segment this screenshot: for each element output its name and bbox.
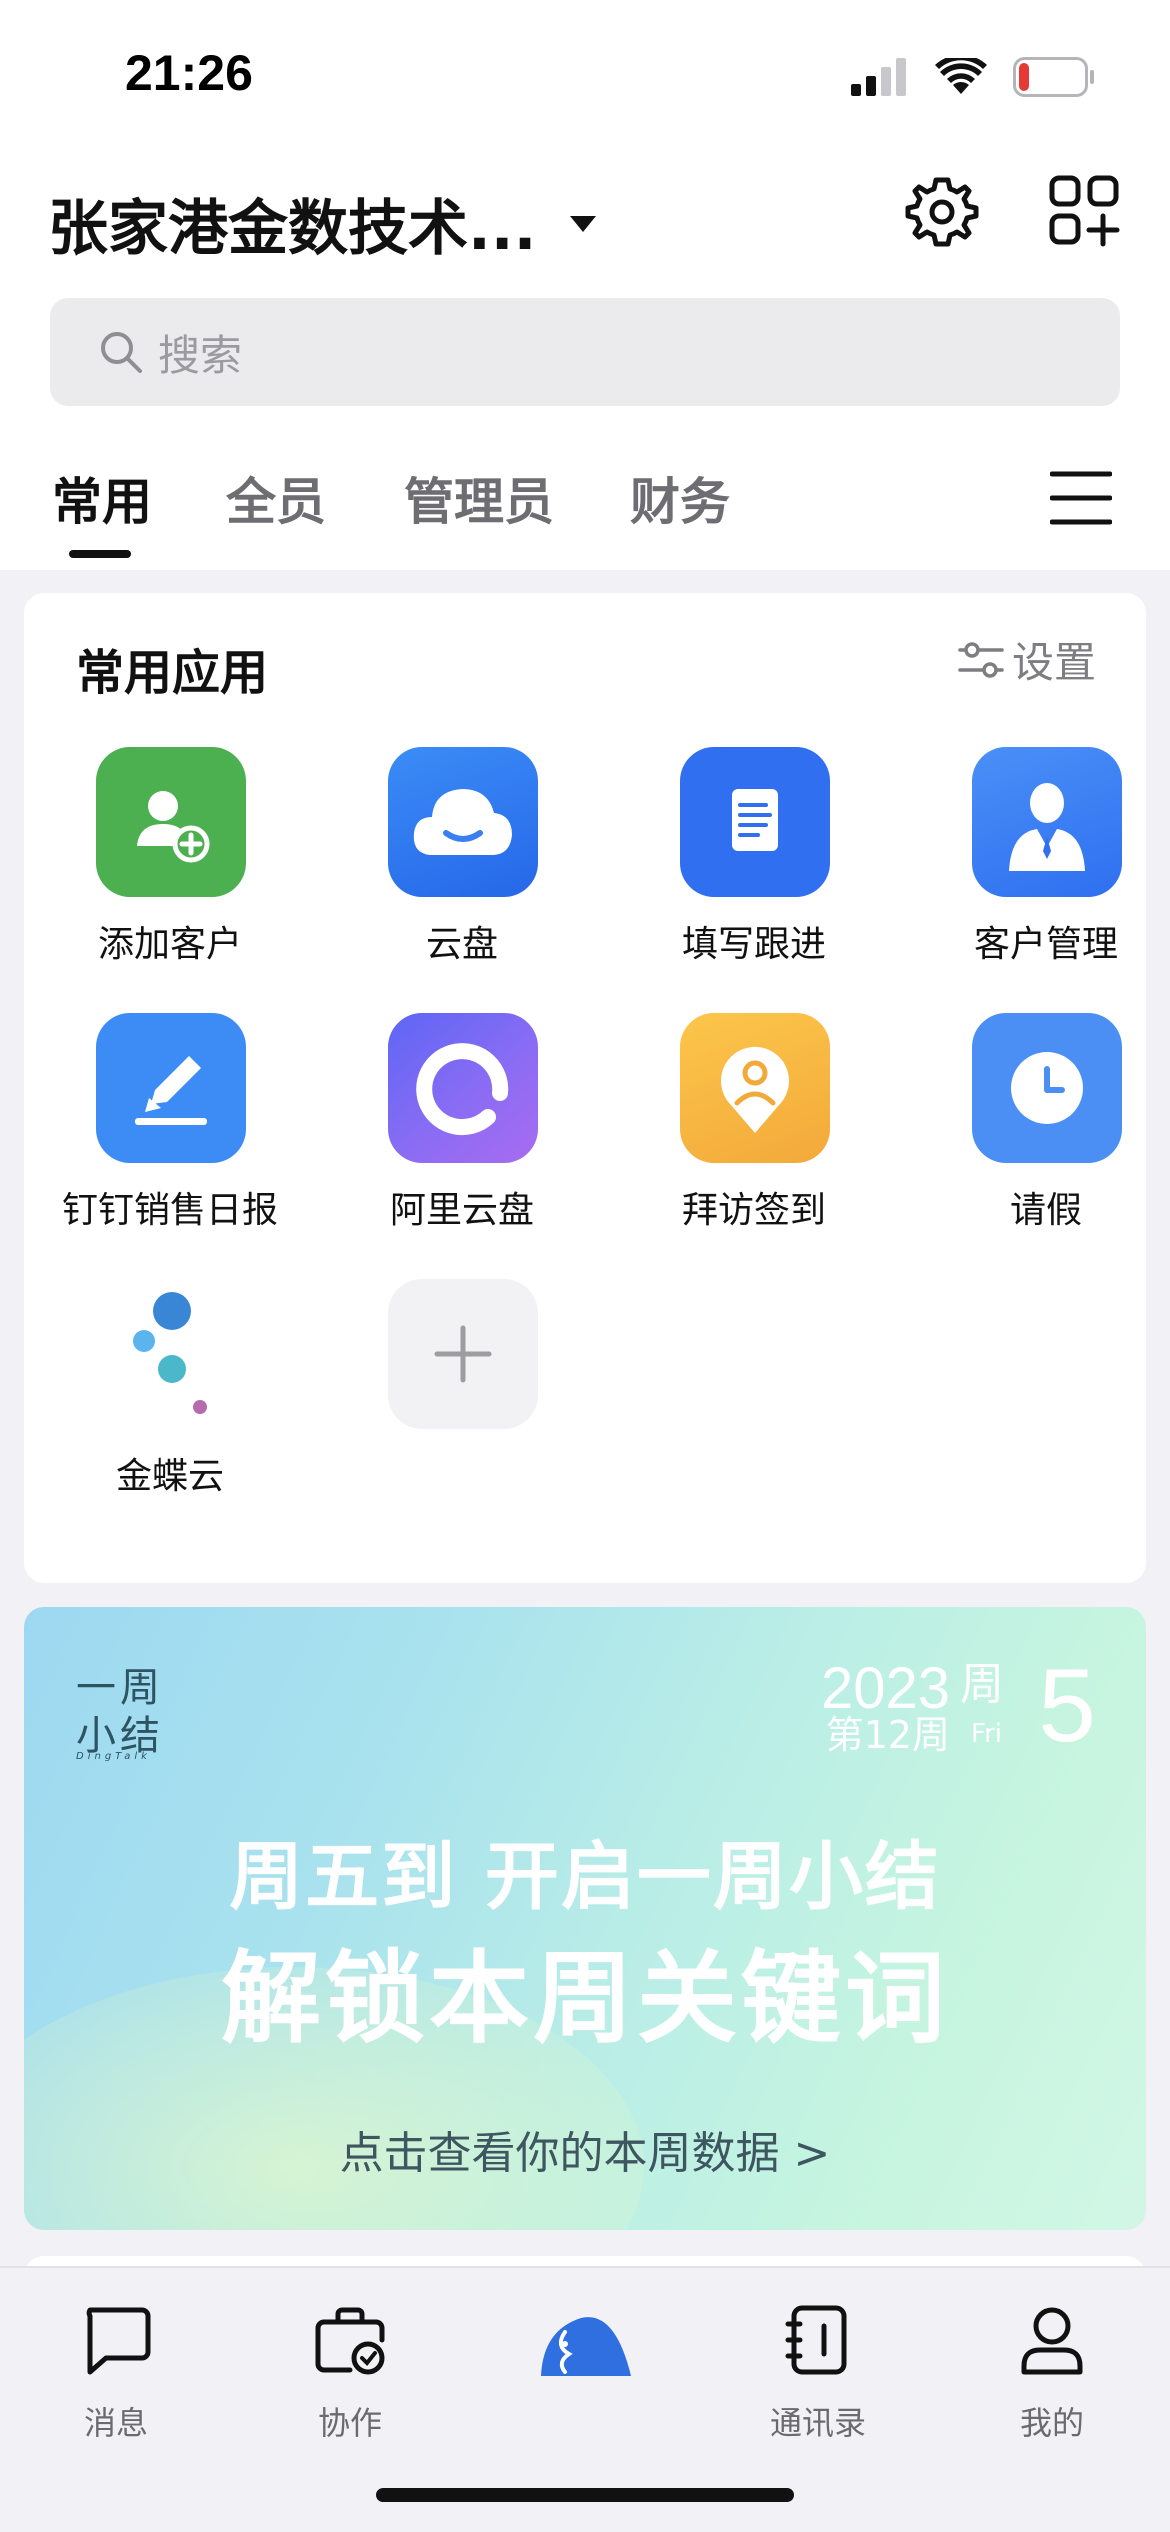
- profile-icon: [1021, 2307, 1083, 2375]
- contacts-icon: [785, 2305, 847, 2375]
- nav-label: 协作: [317, 2404, 382, 2442]
- collaboration-icon: [315, 2307, 385, 2375]
- app-follow-up[interactable]: 填写跟进: [608, 747, 900, 987]
- app-add-customer[interactable]: 添加客户: [24, 747, 316, 987]
- logo-sub: DingTalk: [76, 1751, 151, 1762]
- status-bar: 21:26: [0, 0, 1170, 150]
- plus-icon: [388, 1279, 538, 1429]
- app-dingtalk-sales-daily[interactable]: 钉钉销售日报: [24, 1013, 316, 1253]
- app-grid-plus-icon: [1049, 175, 1120, 247]
- aliyun-drive-icon: [388, 1013, 538, 1163]
- pencil-icon: [96, 1013, 246, 1163]
- app-leave-request[interactable]: 请假: [900, 1013, 1170, 1253]
- header: 张家港金数技术... 搜索 常用 全员 管理员 财务: [0, 150, 1170, 570]
- tab-admin[interactable]: 管理员: [404, 462, 554, 534]
- org-name: 张家港金数技术...: [48, 194, 537, 264]
- common-apps-settings-label: 设置: [1011, 638, 1096, 687]
- nav-messages[interactable]: 消息: [36, 2300, 196, 2442]
- customer-management-icon: [972, 747, 1122, 897]
- settings-button[interactable]: [902, 172, 982, 252]
- banner-headline: 周五到 开启一周小结: [229, 1834, 941, 1920]
- caret-down-icon: [570, 215, 597, 232]
- app-label: 金蝶云: [115, 1456, 224, 1497]
- hamburger-menu-icon: [1049, 471, 1113, 525]
- common-apps-card: 常用应用 设置 添加客户 云盘 填写跟进 客户管理 钉钉销售日报 阿里云盘 拜访…: [24, 593, 1146, 1583]
- app-label: 云盘: [425, 924, 498, 965]
- message-icon: [86, 2307, 151, 2375]
- sliders-icon: [958, 641, 1004, 678]
- app-customer-management[interactable]: 客户管理: [900, 747, 1170, 987]
- app-label: 请假: [1009, 1190, 1082, 1231]
- org-switcher[interactable]: 张家港金数技术...: [48, 180, 597, 267]
- follow-up-doc-icon: [680, 747, 830, 897]
- nav-dingtalk-home[interactable]: [505, 2300, 665, 2440]
- visit-checkin-icon: [680, 1013, 830, 1163]
- weekly-summary-banner[interactable]: 一周 小结 DingTalk 2023 第12周 周 Fri 5 周五到 开启一…: [24, 1607, 1146, 2230]
- app-label: 填写跟进: [681, 924, 826, 965]
- kingdee-cloud-icon: [96, 1279, 246, 1429]
- status-time: 21:26: [125, 45, 253, 101]
- common-apps-settings-button[interactable]: 设置: [958, 629, 1096, 690]
- banner-year: 2023: [820, 1656, 950, 1721]
- banner-week: 第12周: [825, 1713, 950, 1757]
- status-icons: [851, 55, 1095, 99]
- weekly-summary-logo: 一周 小结 DingTalk: [74, 1655, 194, 1765]
- search-input[interactable]: 搜索: [50, 298, 1120, 406]
- add-customer-icon: [96, 747, 246, 897]
- banner-subheadline: 解锁本周关键词: [221, 1940, 949, 2057]
- add-app-grid-button[interactable]: [1046, 172, 1126, 252]
- wifi-icon: [935, 58, 987, 94]
- app-kingdee-cloud[interactable]: 金蝶云: [24, 1279, 316, 1519]
- add-app-button[interactable]: [316, 1279, 608, 1519]
- nav-profile[interactable]: 我的: [972, 2300, 1132, 2442]
- search-placeholder: 搜索: [158, 330, 243, 380]
- tab-menu-button[interactable]: [1049, 470, 1113, 526]
- nav-collaboration[interactable]: 协作: [270, 2300, 430, 2442]
- dingtalk-logo-icon: [541, 2317, 631, 2376]
- banner-weekday-cn: 周: [960, 1659, 1004, 1710]
- active-tab-indicator: [69, 550, 131, 558]
- nav-contacts[interactable]: 通讯录: [738, 2300, 898, 2442]
- app-label: 客户管理: [973, 924, 1118, 965]
- app-label: 添加客户: [97, 924, 242, 965]
- cellular-signal-icon: [851, 58, 906, 96]
- nav-label: 通讯录: [769, 2404, 866, 2442]
- app-aliyun-drive[interactable]: 阿里云盘: [316, 1013, 608, 1253]
- tab-common[interactable]: 常用: [52, 462, 152, 534]
- app-label: 拜访签到: [681, 1190, 826, 1231]
- search-icon: [101, 332, 142, 373]
- app-label: 钉钉销售日报: [61, 1190, 278, 1231]
- clock-icon: [972, 1013, 1122, 1163]
- tab-all-members[interactable]: 全员: [226, 462, 326, 534]
- banner-cta-link[interactable]: 点击查看你的本周数据 >: [24, 2117, 1146, 2181]
- common-apps-title: 常用应用: [76, 645, 269, 701]
- banner-weekday-en: Fri: [971, 1719, 1002, 1749]
- banner-weekday-num: 5: [1038, 1648, 1096, 1764]
- battery-icon: [1013, 57, 1094, 97]
- app-label: 阿里云盘: [389, 1190, 534, 1231]
- cloud-drive-icon: [388, 747, 538, 897]
- home-indicator: [376, 2488, 794, 2502]
- nav-label: 消息: [83, 2404, 148, 2442]
- tab-bar: 常用 全员 管理员 财务: [0, 450, 1170, 570]
- app-cloud-drive[interactable]: 云盘: [316, 747, 608, 987]
- app-visit-checkin[interactable]: 拜访签到: [608, 1013, 900, 1253]
- nav-label: 我的: [1019, 2404, 1084, 2442]
- tab-finance[interactable]: 财务: [630, 462, 730, 534]
- gear-icon: [905, 177, 979, 247]
